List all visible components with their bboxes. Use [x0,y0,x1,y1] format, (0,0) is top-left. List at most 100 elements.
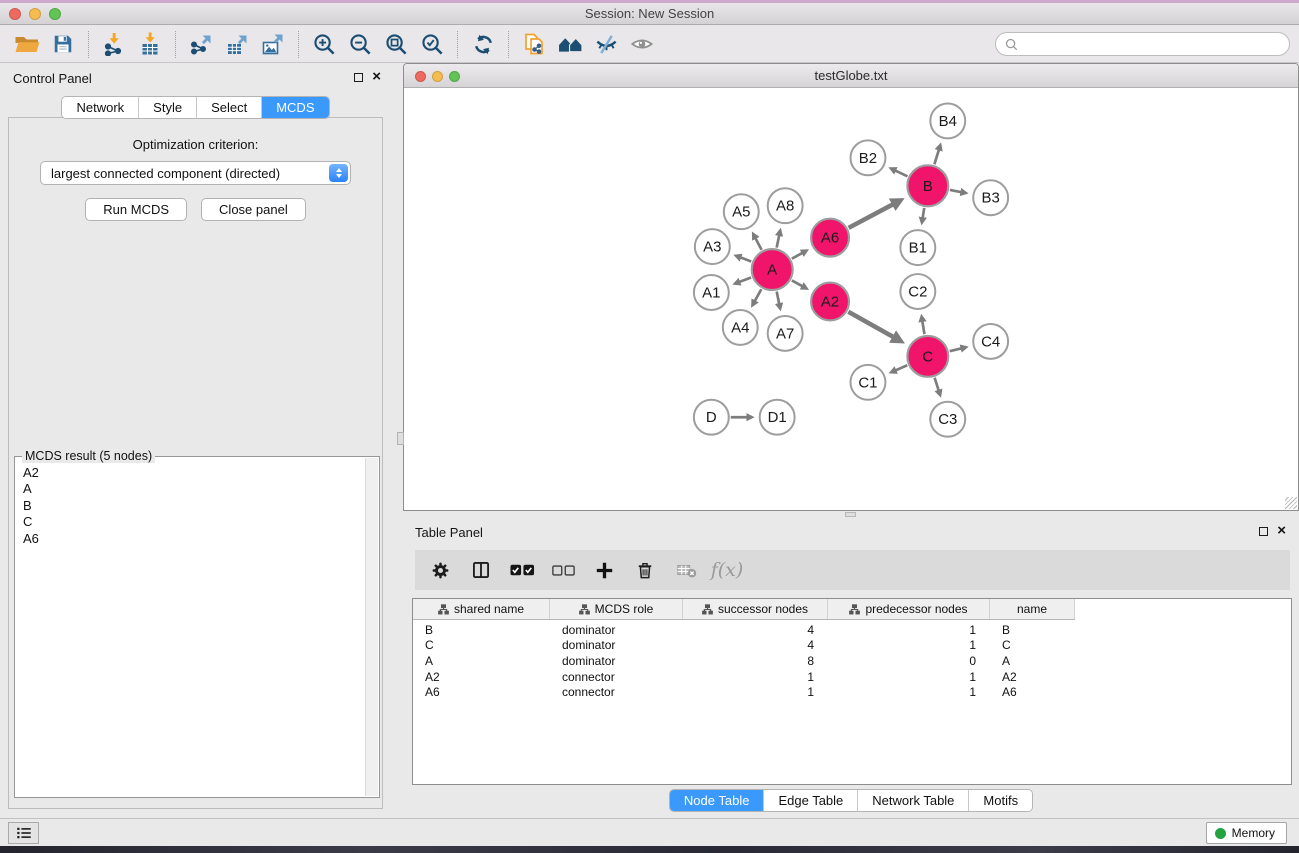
home-networks-button[interactable] [552,29,588,60]
import-network-button[interactable] [96,29,132,60]
edge-B-B2[interactable] [895,170,907,176]
node-D[interactable]: D [694,400,729,435]
close-window-button[interactable] [9,8,21,20]
show-all-button[interactable] [624,29,660,60]
node-C2[interactable]: C2 [900,274,935,309]
mcds-result-item[interactable]: A [23,481,364,497]
show-panel-list-button[interactable] [8,822,39,844]
search-input[interactable] [1023,36,1280,52]
edge-A-A4[interactable] [755,289,762,301]
edge-A-A7[interactable] [777,292,780,305]
node-B3[interactable]: B3 [973,180,1008,215]
close-network-window-button[interactable] [415,71,426,82]
table-row[interactable]: Adominator80A [413,653,1291,669]
float-panel-icon[interactable] [354,73,363,82]
close-panel-button[interactable]: Close panel [201,198,306,221]
edge-A-A3[interactable] [740,257,751,261]
node-A5[interactable]: A5 [724,194,759,229]
tab-edge-table[interactable]: Edge Table [763,790,857,811]
window-resize-grip[interactable] [1285,497,1297,509]
zoom-out-button[interactable] [342,29,378,60]
table-row[interactable]: Bdominator41B [413,622,1291,638]
edge-A-A5[interactable] [755,238,761,250]
export-table-button[interactable] [219,29,255,60]
node-B[interactable]: B [907,165,948,206]
node-A7[interactable]: A7 [768,316,803,351]
tab-network-table[interactable]: Network Table [857,790,968,811]
node-A3[interactable]: A3 [695,229,730,264]
tab-network[interactable]: Network [62,97,138,118]
minimize-network-window-button[interactable] [432,71,443,82]
hide-selected-button[interactable] [588,29,624,60]
deselect-all-columns-button[interactable] [550,557,576,583]
column-header-mcds-role[interactable]: MCDS role [550,599,683,619]
edge-A-A1[interactable] [739,277,751,282]
mcds-result-item[interactable]: A2 [23,465,364,481]
edge-B-B3[interactable] [950,190,962,192]
node-C[interactable]: C [907,336,948,377]
save-session-button[interactable] [45,29,81,60]
node-B4[interactable]: B4 [930,103,965,138]
clone-network-button[interactable] [516,29,552,60]
show-columns-button[interactable] [468,557,494,583]
table-row[interactable]: Cdominator41C [413,638,1291,654]
tab-node-table[interactable]: Node Table [670,790,764,811]
node-C4[interactable]: C4 [973,324,1008,359]
float-table-panel-icon[interactable] [1259,527,1268,536]
refresh-button[interactable] [465,29,501,60]
select-all-columns-button[interactable] [509,557,535,583]
export-network-button[interactable] [183,29,219,60]
run-mcds-button[interactable]: Run MCDS [85,198,187,221]
close-panel-icon[interactable]: × [372,72,381,82]
delete-rows-button[interactable] [632,557,658,583]
table-settings-button[interactable] [427,557,453,583]
zoom-window-button[interactable] [49,8,61,20]
export-image-button[interactable] [255,29,291,60]
mcds-result-item[interactable]: C [23,514,364,530]
delete-table-button[interactable] [673,557,699,583]
zoom-in-button[interactable] [306,29,342,60]
minimize-window-button[interactable] [29,8,41,20]
function-builder-button[interactable]: f(x) [714,557,740,583]
node-B2[interactable]: B2 [851,140,886,175]
edge-A6-B[interactable] [849,204,894,228]
edge-A-A6[interactable] [792,253,803,259]
import-table-button[interactable] [132,29,168,60]
criterion-dropdown[interactable]: largest connected component (directed) [40,161,351,185]
edge-A-A2[interactable] [792,280,803,286]
column-header-successor-nodes[interactable]: successor nodes [683,599,828,619]
edge-A-A8[interactable] [777,235,780,248]
node-B1[interactable]: B1 [900,230,935,265]
edge-C-C4[interactable] [950,348,962,351]
edge-C-C3[interactable] [935,378,939,391]
edge-C-C2[interactable] [922,321,924,334]
edge-C-C1[interactable] [895,365,907,370]
node-A6[interactable]: A6 [811,219,849,257]
edge-B-B1[interactable] [923,208,925,218]
node-A2[interactable]: A2 [811,283,849,321]
edge-A2-C[interactable] [848,312,894,338]
tab-style[interactable]: Style [138,97,196,118]
edge-B-B4[interactable] [934,149,939,164]
memory-button[interactable]: Memory [1206,822,1287,844]
zoom-fit-button[interactable] [378,29,414,60]
tab-motifs[interactable]: Motifs [968,790,1032,811]
split-divider-handle-left[interactable] [397,432,404,445]
close-table-panel-icon[interactable]: × [1277,526,1286,536]
node-A[interactable]: A [752,249,793,290]
network-window-titlebar[interactable]: testGlobe.txt [404,64,1298,88]
open-session-button[interactable] [9,29,45,60]
node-A8[interactable]: A8 [768,188,803,223]
node-A1[interactable]: A1 [694,275,729,310]
tab-select[interactable]: Select [196,97,261,118]
add-row-button[interactable] [591,557,617,583]
zoom-selected-button[interactable] [414,29,450,60]
network-canvas[interactable]: B4B2BB3A5A8A6B1A3AC2A1A2A4A7CC4C1C3DD1 [404,89,1298,510]
column-header-predecessor-nodes[interactable]: predecessor nodes [828,599,990,619]
node-A4[interactable]: A4 [723,310,758,345]
zoom-network-window-button[interactable] [449,71,460,82]
mcds-result-item[interactable]: B [23,498,364,514]
table-row[interactable]: A6connector11A6 [413,684,1291,700]
mcds-result-scrollbar[interactable] [365,458,378,796]
node-C3[interactable]: C3 [930,402,965,437]
